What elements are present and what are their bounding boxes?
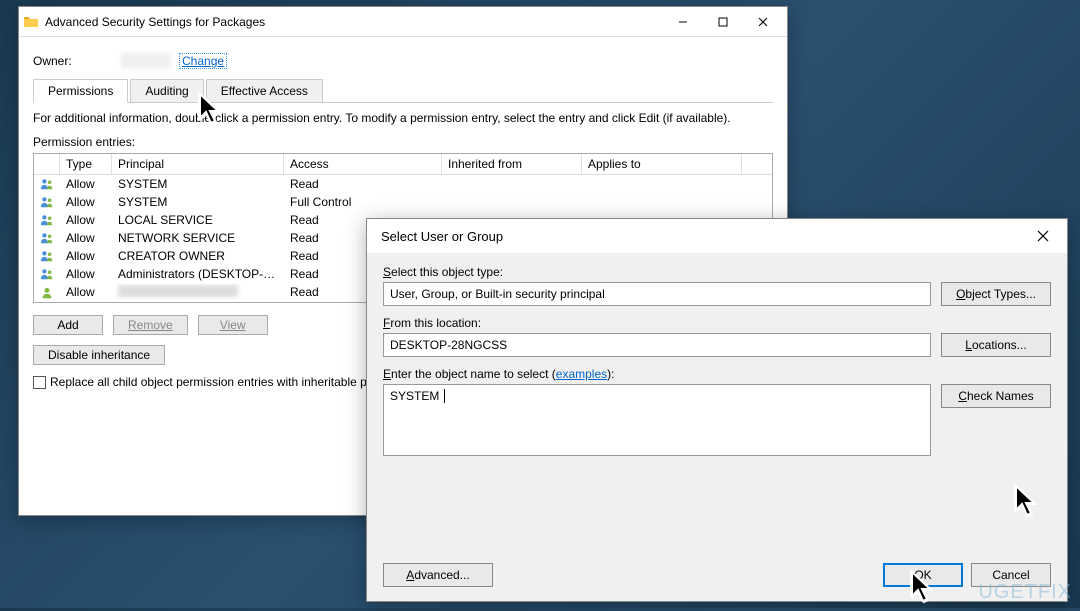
folder-icon (23, 14, 39, 30)
object-type-field: User, Group, or Built-in security princi… (383, 282, 931, 306)
principal-icon (34, 284, 60, 301)
select-user-dialog: Select User or Group Select this object … (366, 218, 1068, 602)
col-applies[interactable]: Applies to (582, 154, 742, 174)
principal-icon (34, 212, 60, 228)
tab-effective-access[interactable]: Effective Access (206, 79, 323, 102)
table-row[interactable]: AllowSYSTEMRead (34, 175, 772, 193)
dialog-title: Select User or Group (371, 229, 1023, 244)
owner-value (121, 53, 171, 69)
table-header: Type Principal Access Inherited from App… (34, 154, 772, 175)
cell-applies (582, 176, 742, 192)
cell-principal: CREATOR OWNER (112, 248, 284, 264)
check-names-button[interactable]: Check Names (941, 384, 1051, 408)
principal-icon (34, 194, 60, 210)
cell-type: Allow (60, 212, 112, 228)
location-label: From this location: (383, 316, 1051, 330)
tabs: Permissions Auditing Effective Access (33, 79, 773, 103)
locations-button[interactable]: Locations... (941, 333, 1051, 357)
cell-principal: Administrators (DESKTOP-28... (112, 266, 284, 282)
object-name-label: Enter the object name to select (example… (383, 367, 1051, 381)
ok-button[interactable]: OK (883, 563, 963, 587)
object-types-button[interactable]: Object Types... (941, 282, 1051, 306)
cell-access: Full Control (284, 194, 442, 210)
entries-label: Permission entries: (33, 135, 773, 149)
minimize-button[interactable] (663, 8, 703, 36)
cell-type: Allow (60, 284, 112, 301)
cell-applies (582, 194, 742, 210)
cell-type: Allow (60, 176, 112, 192)
object-name-input[interactable]: SYSTEM (383, 384, 931, 456)
replace-checkbox[interactable] (33, 376, 46, 389)
object-type-label: Select this object type: (383, 265, 1051, 279)
cell-inherited (442, 194, 582, 210)
table-row[interactable]: AllowSYSTEMFull Control (34, 193, 772, 211)
owner-label: Owner: (33, 54, 113, 68)
view-button[interactable]: View (198, 315, 268, 335)
maximize-button[interactable] (703, 8, 743, 36)
principal-icon (34, 266, 60, 282)
cell-principal: SYSTEM (112, 194, 284, 210)
instructions-text: For additional information, double-click… (33, 111, 773, 125)
cell-inherited (442, 176, 582, 192)
tab-permissions[interactable]: Permissions (33, 79, 128, 103)
titlebar: Advanced Security Settings for Packages (19, 7, 787, 37)
window-title: Advanced Security Settings for Packages (45, 15, 663, 29)
col-inherited[interactable]: Inherited from (442, 154, 582, 174)
principal-icon (34, 230, 60, 246)
remove-button[interactable]: Remove (113, 315, 188, 335)
examples-link[interactable]: examples (556, 367, 607, 381)
cell-access: Read (284, 176, 442, 192)
cell-type: Allow (60, 230, 112, 246)
col-access[interactable]: Access (284, 154, 442, 174)
col-type[interactable]: Type (60, 154, 112, 174)
watermark: UGETFIX (978, 581, 1072, 604)
principal-icon (34, 176, 60, 192)
location-field: DESKTOP-28NGCSS (383, 333, 931, 357)
disable-inheritance-button[interactable]: Disable inheritance (33, 345, 165, 365)
cell-principal: LOCAL SERVICE (112, 212, 284, 228)
change-owner-link[interactable]: Change (179, 53, 227, 69)
dialog-titlebar: Select User or Group (367, 219, 1067, 253)
dialog-close-button[interactable] (1023, 222, 1063, 250)
advanced-button[interactable]: Advanced... (383, 563, 493, 587)
col-principal[interactable]: Principal (112, 154, 284, 174)
add-button[interactable]: Add (33, 315, 103, 335)
tab-auditing[interactable]: Auditing (130, 79, 203, 102)
cell-type: Allow (60, 266, 112, 282)
cell-principal (112, 284, 284, 301)
cell-principal: NETWORK SERVICE (112, 230, 284, 246)
principal-icon (34, 248, 60, 264)
cell-type: Allow (60, 248, 112, 264)
cell-principal: SYSTEM (112, 176, 284, 192)
close-button[interactable] (743, 8, 783, 36)
cell-type: Allow (60, 194, 112, 210)
